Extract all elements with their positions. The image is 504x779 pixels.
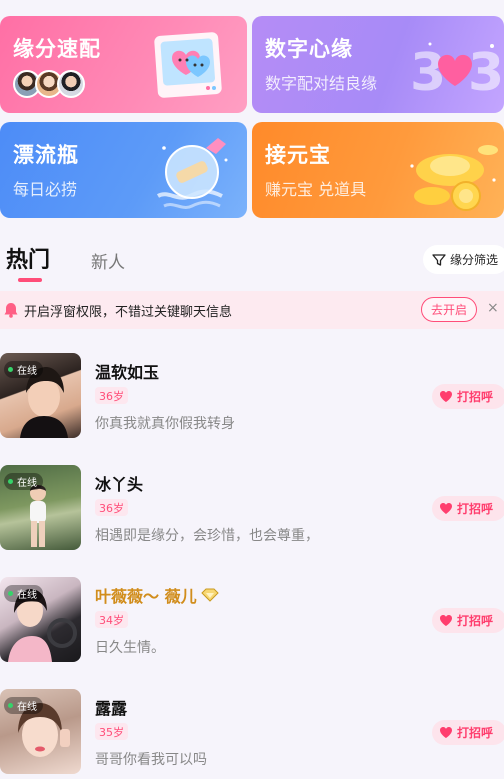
drift-bottle-title: 漂流瓶	[13, 143, 79, 167]
user-name: 露露	[95, 699, 128, 718]
heart-icon	[440, 727, 452, 738]
online-dot	[8, 591, 13, 596]
speed-match-card[interactable]: 缘分速配	[0, 16, 247, 113]
online-label: 在线	[17, 478, 37, 489]
banner-text: 开启浮窗权限，不错过关键聊天信息	[24, 304, 233, 320]
tab-hot[interactable]: 热门	[6, 242, 50, 274]
catch-ingot-title: 接元宝	[265, 143, 331, 167]
list-item[interactable]: 在线 叶薇薇～ 薇儿 34岁 日久生情。 打招呼	[0, 577, 504, 689]
heart-icon	[440, 503, 452, 514]
user-name-vip: 叶薇薇～ 薇儿	[95, 583, 219, 607]
greet-label: 打招呼	[457, 502, 494, 516]
speed-match-title: 缘分速配	[13, 37, 101, 61]
user-name: 冰丫头	[95, 475, 144, 494]
greet-label: 打招呼	[457, 614, 494, 628]
fate-filter-button[interactable]: 缘分筛选	[423, 245, 504, 274]
greet-button[interactable]: 打招呼	[432, 720, 504, 745]
user-bio: 相遇即是缘分，会珍惜，也会尊重，	[95, 528, 319, 544]
svg-text:3: 3	[410, 43, 446, 103]
drift-bottle-icon	[156, 138, 228, 209]
online-dot	[8, 703, 13, 708]
number-match-title: 数字心缘	[265, 37, 353, 61]
greet-label: 打招呼	[457, 390, 494, 404]
online-label: 在线	[17, 702, 37, 713]
svg-text:3: 3	[468, 43, 502, 103]
greet-label: 打招呼	[457, 726, 494, 740]
online-badge: 在线	[4, 361, 43, 378]
user-photo[interactable]: 在线	[0, 689, 81, 774]
user-list: 在线 温软如玉 36岁 你真我就真你假我转身 打招呼 在线 冰丫头 36岁 相遇…	[0, 353, 504, 779]
heart-icon	[440, 615, 452, 626]
user-photo[interactable]: 在线	[0, 465, 81, 550]
list-item[interactable]: 在线 温软如玉 36岁 你真我就真你假我转身 打招呼	[0, 353, 504, 465]
active-tab-indicator	[18, 278, 42, 282]
online-badge: 在线	[4, 473, 43, 490]
number-match-card[interactable]: 数字心缘 数字配对结良缘 3 3	[252, 16, 504, 113]
drift-bottle-subtitle: 每日必捞	[13, 180, 78, 199]
heart-icon	[440, 391, 452, 402]
enable-permission-button[interactable]: 去开启	[421, 297, 477, 322]
list-item[interactable]: 在线 冰丫头 36岁 相遇即是缘分，会珍惜，也会尊重， 打招呼	[0, 465, 504, 577]
float-permission-banner: 开启浮窗权限，不错过关键聊天信息 去开启 ×	[0, 291, 504, 329]
tab-new[interactable]: 新人	[91, 248, 125, 273]
greet-button[interactable]: 打招呼	[432, 608, 504, 633]
online-dot	[8, 367, 13, 372]
online-badge: 在线	[4, 697, 43, 714]
user-bio: 哥哥你看我可以吗	[95, 752, 207, 768]
vip-diamond-icon	[200, 588, 219, 602]
user-photo[interactable]: 在线	[0, 577, 81, 662]
catch-ingot-subtitle: 赚元宝 兑道具	[265, 180, 367, 199]
greet-button[interactable]: 打招呼	[432, 496, 504, 521]
user-photo[interactable]: 在线	[0, 353, 81, 438]
number-heart-icon: 3 3	[410, 42, 502, 103]
drift-bottle-card[interactable]: 漂流瓶 每日必捞	[0, 122, 247, 218]
age-badge: 36岁	[95, 387, 128, 404]
age-badge: 35岁	[95, 723, 128, 740]
bell-icon	[4, 303, 18, 318]
gold-ingot-icon	[410, 145, 498, 211]
close-banner-icon[interactable]: ×	[487, 300, 499, 316]
avatar	[57, 70, 85, 98]
greet-button[interactable]: 打招呼	[432, 384, 504, 409]
user-bio: 日久生情。	[95, 640, 165, 656]
user-bio: 你真我就真你假我转身	[95, 416, 235, 432]
online-label: 在线	[17, 590, 37, 601]
age-badge: 36岁	[95, 499, 128, 516]
hearts-photo-icon	[154, 32, 222, 98]
fate-filter-label: 缘分筛选	[450, 253, 499, 267]
online-label: 在线	[17, 366, 37, 377]
online-dot	[8, 479, 13, 484]
age-badge: 34岁	[95, 611, 128, 628]
catch-ingot-card[interactable]: 接元宝 赚元宝 兑道具	[252, 122, 504, 218]
list-item[interactable]: 在线 露露 35岁 哥哥你看我可以吗 打招呼	[0, 689, 504, 779]
avatar-group	[13, 70, 85, 98]
filter-icon	[432, 253, 446, 266]
user-name: 叶薇薇～ 薇儿	[95, 587, 197, 606]
online-badge: 在线	[4, 585, 43, 602]
user-name: 温软如玉	[95, 363, 160, 382]
number-match-subtitle: 数字配对结良缘	[265, 74, 378, 93]
